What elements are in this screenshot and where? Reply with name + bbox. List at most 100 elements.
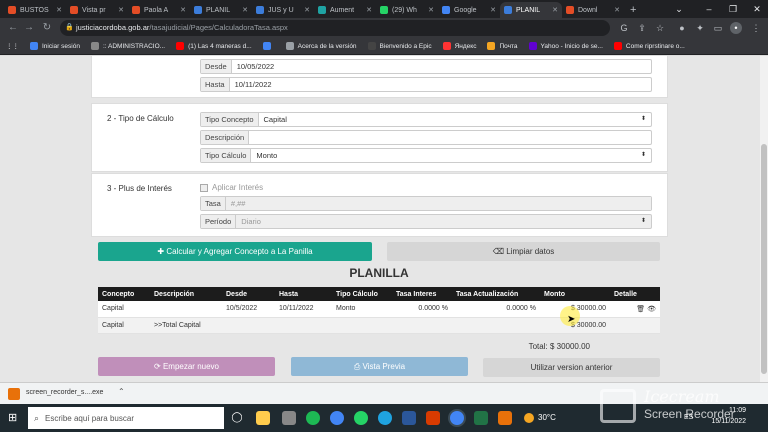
tipo-calculo-value: Monto <box>256 151 278 160</box>
word-icon[interactable] <box>402 411 416 425</box>
download-filename[interactable]: screen_recorder_s....exe <box>26 389 103 396</box>
tab-label: Google <box>454 6 477 14</box>
tab-close-icon[interactable]: ✕ <box>366 6 372 14</box>
empezar-nuevo-button[interactable]: ⟳ Empezar nuevo <box>98 357 275 376</box>
weather-sun-icon <box>524 413 534 423</box>
tab-close-icon[interactable]: ✕ <box>428 6 434 14</box>
browser-tab[interactable]: (29) Wh ✕ <box>376 2 438 18</box>
maximize-button[interactable]: ❐ <box>722 0 744 18</box>
side-panel-icon[interactable]: ▭ <box>712 22 724 34</box>
bookmark-label: Bienvenido a Epic <box>379 42 432 50</box>
tab-close-icon[interactable]: ✕ <box>614 6 620 14</box>
browser-tab[interactable]: Vista pr ✕ <box>66 2 128 18</box>
browser-tab[interactable]: Google ✕ <box>438 2 500 18</box>
tab-favicon-icon <box>132 6 140 14</box>
browser-tab[interactable]: PLANIL ✕ <box>190 2 252 18</box>
page-scrollbar[interactable] <box>760 56 768 382</box>
bookmark-item[interactable]: Почта <box>487 42 518 50</box>
browser-tab[interactable]: BUSTOS ✕ <box>4 2 66 18</box>
bookmark-favicon-icon <box>90 42 99 50</box>
total-amount: Total: $ 30000.00 <box>528 342 590 351</box>
tab-close-icon[interactable]: ✕ <box>490 6 496 14</box>
bookmark-item[interactable]: Come riprstinare o... <box>613 42 685 50</box>
browser-tab[interactable]: PLANIL ✕ <box>500 2 562 18</box>
address-bar[interactable]: 🔒 justiciacordoba.gob.ar/tasajudicial/Pa… <box>60 20 610 36</box>
tasa-field[interactable]: Tasa #,## <box>200 196 652 211</box>
extensions-puzzle-icon[interactable]: ✦ <box>694 22 706 34</box>
spotify-icon[interactable] <box>306 411 320 425</box>
tab-label: (29) Wh <box>392 6 417 14</box>
temperature-text[interactable]: 30°C <box>538 413 556 422</box>
reload-button[interactable]: ↻ <box>40 21 54 35</box>
forward-button[interactable]: → <box>22 21 36 35</box>
tab-search-icon[interactable]: ⌄ <box>668 0 690 18</box>
minimize-button[interactable]: – <box>698 0 720 18</box>
desde-field[interactable]: Desde 10/05/2022 <box>200 59 652 74</box>
bookmark-item[interactable]: Acerca de la versión <box>285 42 357 50</box>
taskbar-search-box[interactable]: ⌕ Escribe aquí para buscar <box>28 407 224 429</box>
app-red-icon[interactable] <box>426 411 440 425</box>
bookmark-star-icon[interactable]: ☆ <box>654 22 666 34</box>
browser-tab[interactable]: Downl ✕ <box>562 2 624 18</box>
bookmark-item[interactable]: Yahoo - Inicio de se... <box>528 42 603 50</box>
bookmark-item[interactable]: Bienvenido a Epic <box>367 42 432 50</box>
file-explorer-icon[interactable] <box>256 411 270 425</box>
bookmark-item[interactable]: (1) Las 4 maneras d... <box>176 42 252 50</box>
planilla-title: PLANILLA <box>349 266 409 280</box>
aplicar-interes-label: Aplicar Interés <box>212 183 264 192</box>
browser-tab[interactable]: Aument ✕ <box>314 2 376 18</box>
excel-icon[interactable] <box>474 411 488 425</box>
browser-tab[interactable]: Paola A ✕ <box>128 2 190 18</box>
checkbox-box[interactable] <box>200 183 208 192</box>
screen-recorder-icon[interactable] <box>498 411 512 425</box>
utilizar-version-anterior-button[interactable]: Utilizar version anterior <box>483 358 660 377</box>
app-icon[interactable] <box>282 411 296 425</box>
cell-hasta: 10/11/2022 <box>275 301 332 318</box>
new-tab-button[interactable]: + <box>624 2 642 18</box>
apps-grid-icon[interactable]: ⋮⋮ <box>6 42 19 50</box>
windows-start-icon[interactable]: ⊞ <box>8 412 20 424</box>
task-view-icon[interactable]: ◯ <box>230 411 244 425</box>
close-window-button[interactable]: ✕ <box>746 0 768 18</box>
bookmark-item[interactable]: Iniciar sesión <box>30 42 80 50</box>
browser-tab[interactable]: JUS y U ✕ <box>252 2 314 18</box>
chrome-active-icon[interactable] <box>450 411 464 425</box>
whatsapp-icon[interactable] <box>354 411 368 425</box>
tipo-calculo-select[interactable]: Tipo Cálculo Monto ⬍ <box>200 148 652 163</box>
utilizar-label: Utilizar version anterior <box>530 363 613 372</box>
share-icon[interactable]: ⇪ <box>636 22 648 34</box>
tab-close-icon[interactable]: ✕ <box>242 6 248 14</box>
bookmark-item[interactable]: Яндекс <box>442 42 476 50</box>
trash-icon[interactable]: 🗑 <box>636 306 645 313</box>
edge-icon[interactable] <box>378 411 392 425</box>
limpiar-datos-button[interactable]: ⌫ Limpiar datos <box>387 242 660 261</box>
tab-close-icon[interactable]: ✕ <box>552 6 558 14</box>
back-button[interactable]: ← <box>6 21 20 35</box>
tab-close-icon[interactable]: ✕ <box>56 6 62 14</box>
tab-close-icon[interactable]: ✕ <box>118 6 124 14</box>
eye-icon[interactable]: 👁 <box>647 306 656 313</box>
scrollbar-thumb[interactable] <box>761 144 767 374</box>
aplicar-interes-checkbox[interactable]: Aplicar Interés <box>200 183 263 192</box>
profile-avatar[interactable]: • <box>730 22 742 34</box>
tab-close-icon[interactable]: ✕ <box>180 6 186 14</box>
extension-icon[interactable]: ● <box>676 22 688 34</box>
vista-previa-button[interactable]: ⎙ Vista Previa <box>291 357 468 376</box>
periodo-select[interactable]: Período Diario ⬍ <box>200 214 652 229</box>
tipo-concepto-value: Capital <box>263 115 287 124</box>
cell-descripcion <box>150 301 222 318</box>
calcular-agregar-button[interactable]: ✚ Calcular y Agregar Concepto a La Panil… <box>98 242 372 261</box>
hasta-field[interactable]: Hasta 10/11/2022 <box>200 77 652 92</box>
google-icon[interactable]: G <box>618 22 630 34</box>
chrome-icon[interactable] <box>330 411 344 425</box>
menu-kebab-icon[interactable]: ⋮ <box>750 22 762 34</box>
download-options-icon[interactable]: ⌃ <box>118 387 125 396</box>
tab-close-icon[interactable]: ✕ <box>304 6 310 14</box>
tipo-concepto-select[interactable]: Tipo Concepto Capital ⬍ <box>200 112 652 127</box>
url-path: /tasajudicial/Pages/CalculadoraTasa.aspx <box>149 23 288 32</box>
tipo-concepto-label: Tipo Concepto <box>201 113 259 126</box>
bookmark-item[interactable]: :: ADMINISTRACIO... <box>90 42 165 50</box>
lock-icon: 🔒 <box>65 24 74 31</box>
descripcion-field[interactable]: Descripción <box>200 130 652 145</box>
bookmark-item[interactable] <box>262 42 275 50</box>
